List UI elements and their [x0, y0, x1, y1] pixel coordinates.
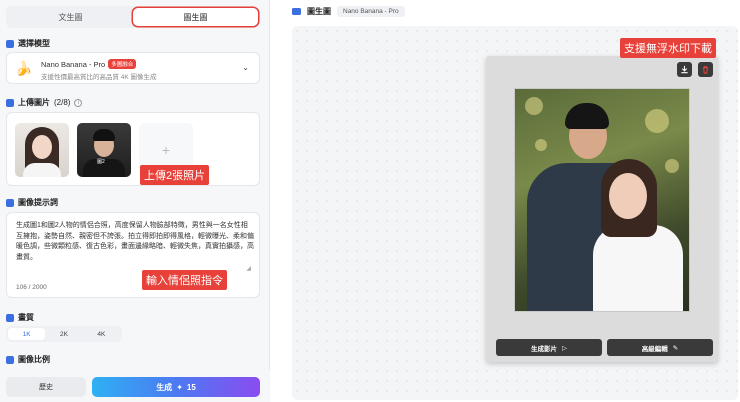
quality-option-4k[interactable]: 4K — [83, 328, 120, 340]
aspect-icon — [6, 355, 14, 364]
mode-tabs: 文生圖 圖生圖 — [6, 6, 260, 28]
quality-icon — [6, 313, 14, 322]
prompt-section-title: 圖像提示詞 — [6, 197, 58, 208]
banana-icon: 🍌 — [15, 60, 33, 76]
download-icon[interactable] — [677, 62, 692, 77]
upload-annotation: 上傳2張照片 — [140, 165, 210, 185]
uploaded-photo-1[interactable] — [15, 123, 69, 177]
camera-icon — [292, 8, 301, 15]
image-icon — [6, 98, 14, 107]
model-icon — [6, 39, 14, 48]
model-badge: 多圖融合 — [108, 59, 137, 69]
uploaded-photo-2[interactable]: 圖2 — [77, 123, 131, 177]
tab-text-to-image[interactable]: 文生圖 — [8, 8, 133, 26]
quality-option-1k[interactable]: 1K — [8, 328, 46, 340]
edit-icon: ✎ — [672, 344, 679, 352]
quality-section-title: 畫質 — [6, 312, 34, 323]
generate-label: 生成 — [156, 382, 173, 392]
generate-video-label: 生成影片 — [531, 345, 557, 353]
advanced-edit-label: 高級編輯 — [641, 345, 668, 353]
upload-count: (2/8) — [54, 98, 71, 107]
model-name: Nano Banana - Pro — [41, 59, 106, 69]
right-header: 圖生圖 Nano Banana - Pro — [292, 6, 405, 17]
tab-image-to-image[interactable]: 圖生圖 — [133, 8, 258, 26]
sparkle-icon: ✦ — [176, 382, 183, 392]
resize-handle-icon[interactable]: ◢ — [246, 265, 251, 272]
upload-area: 圖2 + — [6, 112, 260, 186]
left-panel: 文生圖 圖生圖 選擇模型 🍌 Nano Banana - Pro 多圖融合 支援… — [0, 0, 270, 402]
aspect-section-title: 圖像比例 — [6, 354, 50, 365]
quality-selector: 1K 2K 4K — [6, 326, 122, 342]
plus-icon: + — [161, 142, 171, 158]
bottom-bar: 歷史 生成 ✦ 15 — [0, 370, 270, 402]
play-icon: ▷ — [562, 344, 567, 352]
prompt-counter: 106 / 2000 — [16, 284, 47, 291]
prompt-icon — [6, 198, 14, 207]
download-annotation: 支援無浮水印下載 — [620, 38, 716, 58]
prompt-text: 生成圖1和圖2人物的情侶合照，高度保留人物臉部特徵，男性與一名女性相互擁抱，姿勢… — [16, 222, 254, 261]
history-button[interactable]: 歷史 — [6, 377, 86, 397]
model-name-row: Nano Banana - Pro 多圖融合 — [41, 59, 137, 69]
prompt-section-label: 圖像提示詞 — [18, 198, 58, 207]
right-title: 圖生圖 — [307, 7, 331, 16]
model-section-label: 選擇模型 — [18, 39, 50, 48]
model-chip: Nano Banana - Pro — [337, 6, 405, 17]
generate-button[interactable]: 生成 ✦ 15 — [92, 377, 260, 397]
upload-section-label: 上傳圖片 — [18, 98, 50, 107]
chevron-down-icon[interactable]: ⌄ — [242, 63, 249, 72]
model-description: 支援性價最高質比的高品質 4K 圖像生成 — [41, 74, 157, 81]
info-icon[interactable]: i — [74, 98, 83, 107]
generate-video-button[interactable]: 生成影片 ▷ — [496, 339, 602, 356]
quality-section-label: 畫質 — [18, 313, 34, 322]
trash-icon[interactable] — [698, 62, 713, 77]
upload-section-title: 上傳圖片 (2/8) i — [6, 97, 83, 108]
prompt-annotation: 輸入情侶照指令 — [142, 270, 227, 290]
photo-2-tag: 圖2 — [97, 159, 105, 165]
advanced-edit-button[interactable]: 高級編輯 ✎ — [607, 339, 713, 356]
quality-option-2k[interactable]: 2K — [45, 328, 82, 340]
result-image[interactable] — [514, 88, 690, 312]
aspect-section-label: 圖像比例 — [18, 355, 50, 364]
model-section-title: 選擇模型 — [6, 38, 50, 49]
generate-cost: 15 — [186, 382, 196, 392]
model-selector[interactable]: 🍌 Nano Banana - Pro 多圖融合 支援性價最高質比的高品質 4K… — [6, 52, 260, 84]
